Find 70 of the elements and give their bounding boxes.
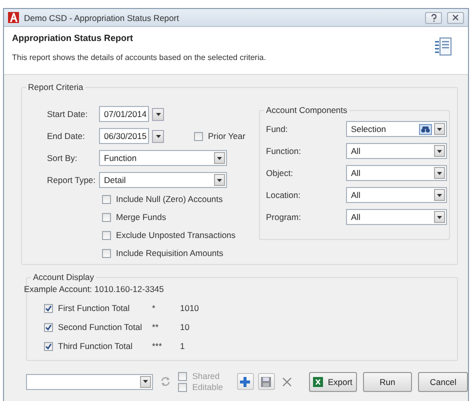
window-title: Demo CSD - Appropriation Status Report [24, 12, 180, 22]
function-total-checkbox[interactable]: First Function Total [44, 303, 152, 313]
field-label: Fund: [266, 124, 289, 134]
action-button[interactable]: Export [308, 372, 357, 392]
report-title: Appropriation Status Report [12, 33, 134, 43]
option-checkbox[interactable]: Merge Funds [102, 212, 246, 222]
add-button[interactable] [236, 373, 254, 390]
close-icon [452, 14, 459, 21]
action-button[interactable]: Run [362, 372, 412, 392]
function-total-checkbox[interactable]: Third Function Total [44, 341, 152, 351]
prior-year-checkbox[interactable]: Prior Year [194, 131, 246, 141]
field-label: Location: [266, 190, 302, 200]
end-date-field[interactable]: 06/30/2015 [99, 128, 149, 144]
example-account: Example Account: 1010.160-12-3345 [24, 284, 165, 294]
field-label: End Date: [47, 131, 86, 141]
sort-by-dropdown[interactable]: Function [99, 150, 227, 166]
close-button[interactable] [447, 12, 464, 24]
level-value: 1 [180, 341, 186, 351]
account-component-dropdown[interactable]: All [346, 165, 447, 181]
help-icon [430, 14, 436, 22]
caret-icon [156, 134, 160, 138]
checkmark-icon [45, 342, 52, 350]
field-label: Object: [266, 168, 294, 178]
caret-icon [437, 194, 442, 196]
level-marker: *** [152, 341, 163, 351]
report-document-icon [435, 37, 452, 56]
spreadsheet-icon [312, 376, 323, 386]
caret-icon [437, 216, 442, 218]
level-value: 1010 [180, 303, 200, 313]
refresh-icon [160, 376, 172, 387]
app-logo-icon [8, 12, 19, 23]
group-title: Account Components [264, 105, 350, 115]
caret-icon [217, 156, 222, 160]
option-checkbox[interactable]: Include Null (Zero) Accounts [102, 194, 246, 204]
caret-icon [143, 380, 148, 383]
function-total-checkbox[interactable]: Second Function Total [44, 322, 152, 332]
binoculars-icon [421, 126, 430, 132]
close-icon [282, 376, 292, 386]
option-checkbox[interactable]: Exclude Unposted Transactions [102, 230, 246, 240]
account-component-dropdown[interactable]: All [346, 187, 447, 203]
field-label: Start Date: [47, 109, 89, 119]
help-button[interactable] [425, 12, 442, 24]
field-label: Report Type: [47, 175, 97, 185]
group-title: Report Criteria [26, 82, 86, 92]
account-component-dropdown[interactable]: All [346, 143, 447, 159]
group-title: Account Display [31, 272, 96, 282]
caret-icon [156, 112, 160, 116]
field-label: Program: [266, 212, 302, 222]
field-label: Function: [266, 146, 302, 156]
caret-icon [437, 172, 442, 174]
checkmark-icon [45, 324, 52, 330]
account-component-dropdown[interactable]: All [346, 209, 447, 225]
report-description: This report shows the details of accounts based on the selected criteria. [12, 53, 267, 62]
checkmark-icon [45, 304, 52, 312]
plus-icon [240, 376, 250, 386]
caret-icon [437, 128, 442, 130]
report-type-dropdown[interactable]: Detail [99, 172, 227, 188]
save-button[interactable] [258, 373, 275, 390]
level-marker: ** [152, 322, 160, 332]
caret-icon [437, 150, 442, 152]
dropdown-button[interactable] [152, 130, 164, 142]
caret-icon [217, 178, 222, 182]
field-label: Sort By: [47, 153, 78, 163]
level-marker: * [152, 303, 156, 313]
account-component-dropdown[interactable]: Selection [346, 121, 447, 137]
start-date-field[interactable]: 07/01/2014 [99, 106, 149, 122]
option-checkbox[interactable]: Include Requisition Amounts [102, 248, 246, 258]
action-button[interactable]: Cancel [418, 372, 468, 392]
level-value: 10 [180, 322, 190, 332]
dropdown-button[interactable] [152, 108, 164, 120]
